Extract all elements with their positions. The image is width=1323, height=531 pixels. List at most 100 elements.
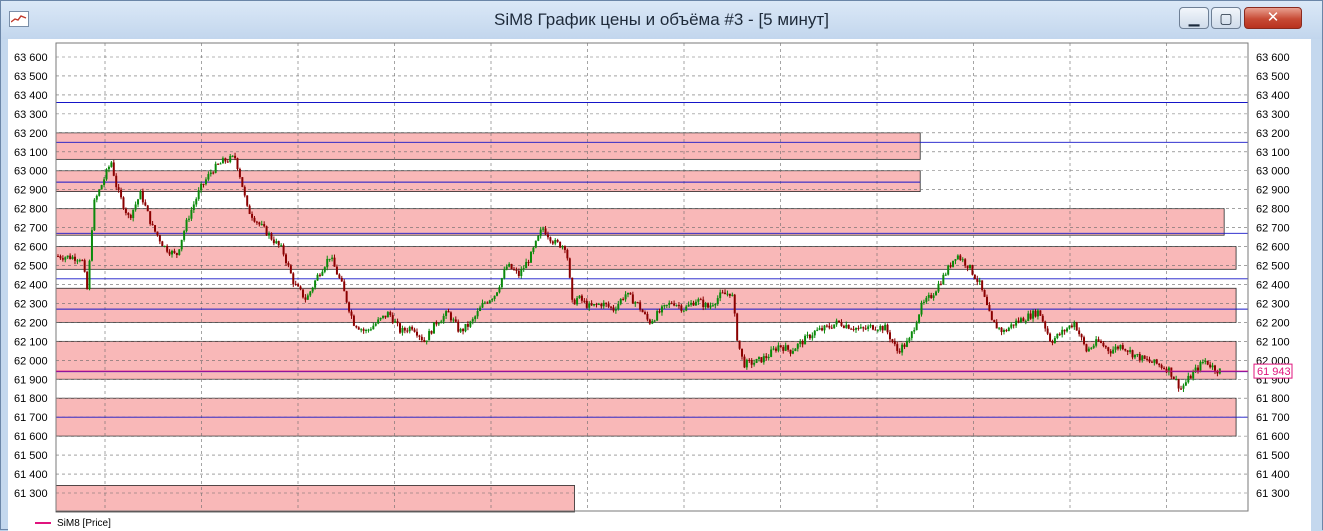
candle-body: [328, 258, 331, 260]
candle-body: [100, 185, 103, 190]
candle-body: [1041, 315, 1044, 322]
candle-body: [57, 256, 59, 258]
candle-body: [908, 338, 911, 341]
y-tick-label-left: 63 500: [14, 71, 48, 83]
candle-body: [750, 360, 753, 365]
price-band-3: [55, 208, 1225, 236]
candle-body: [110, 162, 113, 167]
candle-body: [733, 294, 736, 314]
candle-body: [374, 323, 377, 326]
candle-body: [195, 198, 198, 205]
candle-body: [544, 228, 547, 235]
candle-body: [323, 267, 326, 272]
y-tick-label-left: 61 800: [14, 393, 48, 405]
price-chart[interactable]: 63 600 63 500 63 400 63 300 63 200 63 100 63 0…: [8, 39, 1311, 531]
candle-body: [539, 229, 542, 236]
close-button[interactable]: ✕: [1244, 7, 1302, 29]
candle-body: [639, 302, 642, 310]
candle-body: [593, 303, 596, 306]
candle-body: [525, 261, 528, 269]
candle-body: [251, 213, 254, 218]
candle-body: [272, 239, 275, 244]
candle-body: [677, 305, 680, 307]
candle-body: [452, 319, 455, 321]
candle-body: [879, 326, 882, 330]
candle-body: [175, 252, 178, 256]
candle-body: [61, 258, 64, 260]
price-band-4: [55, 246, 1237, 270]
candle-body: [389, 312, 392, 316]
candle-body: [867, 326, 870, 329]
y-tick-label-left: 63 100: [14, 147, 48, 159]
candle-body: [801, 340, 804, 345]
y-tick-label-right: 62 300: [1256, 298, 1290, 310]
candle-body: [517, 270, 520, 277]
candle-body: [673, 303, 676, 306]
candle-body: [770, 349, 773, 357]
candle-body: [88, 260, 91, 290]
candle-body: [806, 334, 809, 336]
candle-body: [794, 348, 797, 352]
candle-body: [1017, 320, 1020, 322]
candle-body: [724, 292, 727, 295]
candle-body: [367, 329, 370, 331]
candle-body: [1148, 359, 1151, 362]
candle-body: [505, 266, 508, 270]
candle-body: [884, 324, 887, 331]
candle-body: [331, 257, 334, 259]
candle-body: [326, 258, 329, 268]
candle-body: [840, 322, 843, 326]
candle-body: [1046, 328, 1049, 334]
minimize-button[interactable]: ▁: [1179, 7, 1209, 29]
candle-body: [408, 326, 411, 332]
candle-body: [665, 304, 668, 306]
candle-body: [311, 287, 314, 292]
candle-body: [372, 325, 375, 330]
candle-body: [217, 163, 220, 165]
title-bar[interactable]: SiM8 График цены и объёма #3 - [5 минут]…: [1, 1, 1322, 39]
candle-body: [1032, 310, 1035, 319]
candle-body: [597, 303, 600, 305]
candle-body: [214, 163, 217, 173]
candle-body: [927, 295, 930, 298]
candle-body: [399, 323, 402, 333]
candle-body: [687, 304, 690, 307]
maximize-button[interactable]: ▢: [1211, 7, 1241, 29]
y-tick-label-left: 61 900: [14, 374, 48, 386]
candle-body: [469, 321, 472, 327]
candle-body: [411, 326, 414, 330]
candle-body: [1015, 320, 1018, 326]
candle-body: [171, 250, 174, 255]
candle-body: [1187, 375, 1190, 383]
candle-body: [343, 281, 346, 292]
candle-body: [379, 317, 382, 320]
candle-body: [910, 331, 913, 339]
candle-body: [1022, 318, 1025, 322]
candle-body: [503, 269, 506, 279]
candle-body: [224, 158, 227, 162]
candle-body: [643, 312, 646, 314]
y-tick-label-left: 62 700: [14, 223, 48, 235]
candle-body: [1107, 347, 1110, 352]
window-title: SiM8 График цены и объёма #3 - [5 минут]: [494, 10, 829, 29]
candle-body: [864, 328, 867, 330]
candle-body: [321, 271, 324, 276]
y-tick-label-right: 61 600: [1256, 431, 1290, 443]
candle-body: [959, 255, 962, 260]
candle-body: [432, 322, 435, 334]
candle-body: [760, 357, 763, 363]
candle-body: [127, 213, 130, 215]
candle-body: [602, 302, 605, 307]
y-tick-label-left: 62 200: [14, 317, 48, 329]
y-tick-label-right: 62 100: [1256, 336, 1290, 348]
price-band-5: [55, 287, 1237, 323]
candle-body: [942, 274, 945, 285]
candle-body: [702, 299, 705, 308]
y-tick-label-right: 62 700: [1256, 223, 1290, 235]
candle-body: [190, 209, 193, 219]
candle-body: [588, 303, 591, 308]
candle-body: [437, 323, 440, 325]
candle-body: [90, 230, 93, 261]
candle-body: [241, 177, 244, 187]
candle-body: [610, 306, 613, 308]
